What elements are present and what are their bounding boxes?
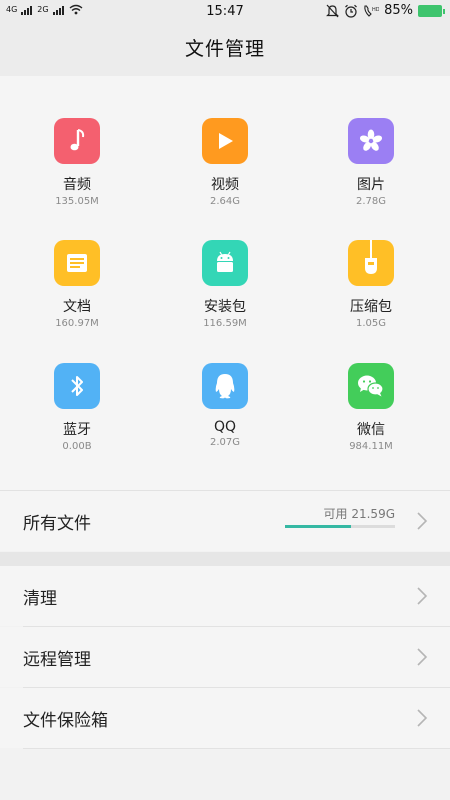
menu-item-clean[interactable]: 清理: [0, 566, 450, 626]
wechat-icon: [348, 363, 394, 409]
hd-call-icon: HD: [364, 4, 379, 17]
category-size: 0.00B: [62, 441, 92, 452]
all-files-row[interactable]: 所有文件 可用 21.59G: [0, 491, 450, 551]
bluetooth-icon: [54, 363, 100, 409]
category-label: QQ: [213, 419, 237, 435]
storage-progress-fill: [285, 525, 351, 528]
category-label: 图片: [357, 177, 385, 193]
chevron-right-icon: [417, 648, 428, 666]
chevron-right-icon: [417, 587, 428, 605]
category-label: 微信: [357, 422, 385, 438]
status-indicators: HD 85%: [326, 3, 445, 18]
alarm-icon: [345, 4, 357, 18]
category-documents[interactable]: 文档 160.97M: [2, 240, 152, 360]
battery-icon: [418, 4, 445, 17]
category-packages[interactable]: 安装包 116.59M: [150, 240, 300, 360]
category-size: 2.78G: [355, 196, 386, 207]
chevron-right-icon: [417, 512, 428, 530]
category-size: 135.05M: [55, 196, 99, 207]
category-bluetooth[interactable]: 蓝牙 0.00B: [2, 363, 152, 483]
category-size: 2.07G: [209, 437, 240, 448]
category-wechat[interactable]: 微信 984.11M: [296, 363, 446, 483]
category-size: 984.11M: [349, 441, 393, 452]
document-icon: [54, 240, 100, 286]
category-audio[interactable]: 音频 135.05M: [2, 118, 152, 238]
menu-item-remote-management[interactable]: 远程管理: [0, 627, 450, 687]
category-size: 116.59M: [203, 318, 247, 329]
category-size: 2.64G: [209, 196, 240, 207]
qq-icon: [202, 363, 248, 409]
flower-icon: [348, 118, 394, 164]
menu-item-label: 清理: [23, 589, 57, 609]
category-video[interactable]: 视频 2.64G: [150, 118, 300, 238]
category-size: 160.97M: [55, 318, 99, 329]
storage-progress-bar: [285, 525, 395, 528]
chevron-right-icon: [417, 709, 428, 727]
category-label: 文档: [63, 299, 91, 315]
category-label: 视频: [211, 177, 239, 193]
divider: [23, 748, 450, 749]
category-images[interactable]: 图片 2.78G: [296, 118, 446, 238]
storage-available: 可用 21.59G: [323, 507, 395, 521]
section-gap: [0, 552, 450, 566]
divider: [0, 490, 450, 491]
battery-percent: 85%: [384, 3, 413, 18]
status-bar: 4G 2G 15:47 HD 85%: [0, 0, 450, 24]
music-note-icon: [54, 118, 100, 164]
menu-item-file-safe[interactable]: 文件保险箱: [0, 688, 450, 748]
mute-bell-icon: [326, 4, 340, 17]
category-label: 安装包: [204, 299, 246, 315]
android-icon: [202, 240, 248, 286]
menu-item-label: 远程管理: [23, 650, 91, 670]
category-grid: 音频 135.05M 视频 2.64G 图片 2.78G 文档 160.97M …: [0, 76, 450, 490]
category-label: 压缩包: [350, 299, 392, 315]
category-archives[interactable]: 压缩包 1.05G: [296, 240, 446, 360]
menu-item-label: 文件保险箱: [23, 711, 108, 731]
play-icon: [202, 118, 248, 164]
category-qq[interactable]: QQ 2.07G: [150, 363, 300, 483]
category-size: 1.05G: [355, 318, 386, 329]
archive-icon: [348, 240, 394, 286]
category-label: 蓝牙: [63, 422, 91, 438]
all-files-label: 所有文件: [23, 514, 91, 534]
category-label: 音频: [63, 177, 91, 193]
page-title: 文件管理: [0, 24, 450, 76]
svg-text:HD: HD: [372, 7, 379, 13]
